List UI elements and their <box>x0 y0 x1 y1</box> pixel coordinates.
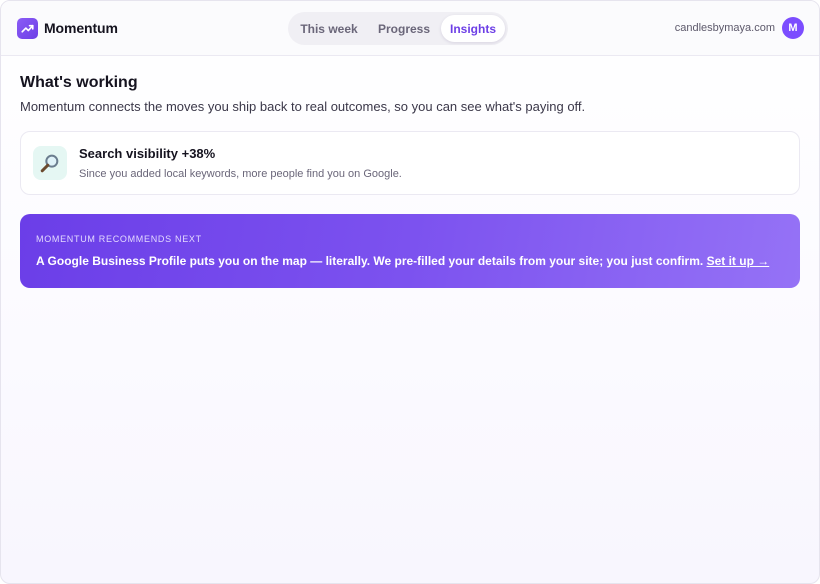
trending-up-icon <box>17 17 38 39</box>
brand[interactable]: Momentum <box>17 17 118 39</box>
tab-insights[interactable]: Insights <box>441 15 505 42</box>
top-bar: Momentum This week Progress Insights can… <box>1 1 819 56</box>
win-text: Search visibility +38% Since you added l… <box>79 146 402 180</box>
recommendation-text: A Google Business Profile puts you on th… <box>36 254 704 268</box>
recommendation-body: A Google Business Profile puts you on th… <box>36 254 784 268</box>
account-menu[interactable]: candlesbymaya.com M <box>675 17 804 39</box>
recommendation-label: MOMENTUM RECOMMENDS NEXT <box>36 234 202 244</box>
win-title: Search visibility +38% <box>79 146 216 161</box>
magnifying-glass-icon <box>33 146 67 180</box>
tab-bar: This week Progress Insights <box>288 12 508 45</box>
app-name: Momentum <box>44 20 118 36</box>
page-title: What's working <box>20 74 138 91</box>
page-subtitle: Momentum connects the moves you ship bac… <box>20 99 586 114</box>
account-domain: candlesbymaya.com <box>674 22 775 34</box>
main-content: What's working Momentum connects the mov… <box>1 56 819 288</box>
win-description: Since you added local keywords, more peo… <box>79 168 402 180</box>
app-window: Momentum This week Progress Insights can… <box>0 0 820 584</box>
tab-this-week[interactable]: This week <box>291 15 367 42</box>
win-card: Search visibility +38% Since you added l… <box>20 131 800 195</box>
tab-progress[interactable]: Progress <box>367 15 441 42</box>
recommendation-banner: MOMENTUM RECOMMENDS NEXT A Google Busine… <box>20 214 800 288</box>
set-it-up-link[interactable]: Set it up → <box>707 254 770 268</box>
avatar[interactable]: M <box>782 17 804 39</box>
